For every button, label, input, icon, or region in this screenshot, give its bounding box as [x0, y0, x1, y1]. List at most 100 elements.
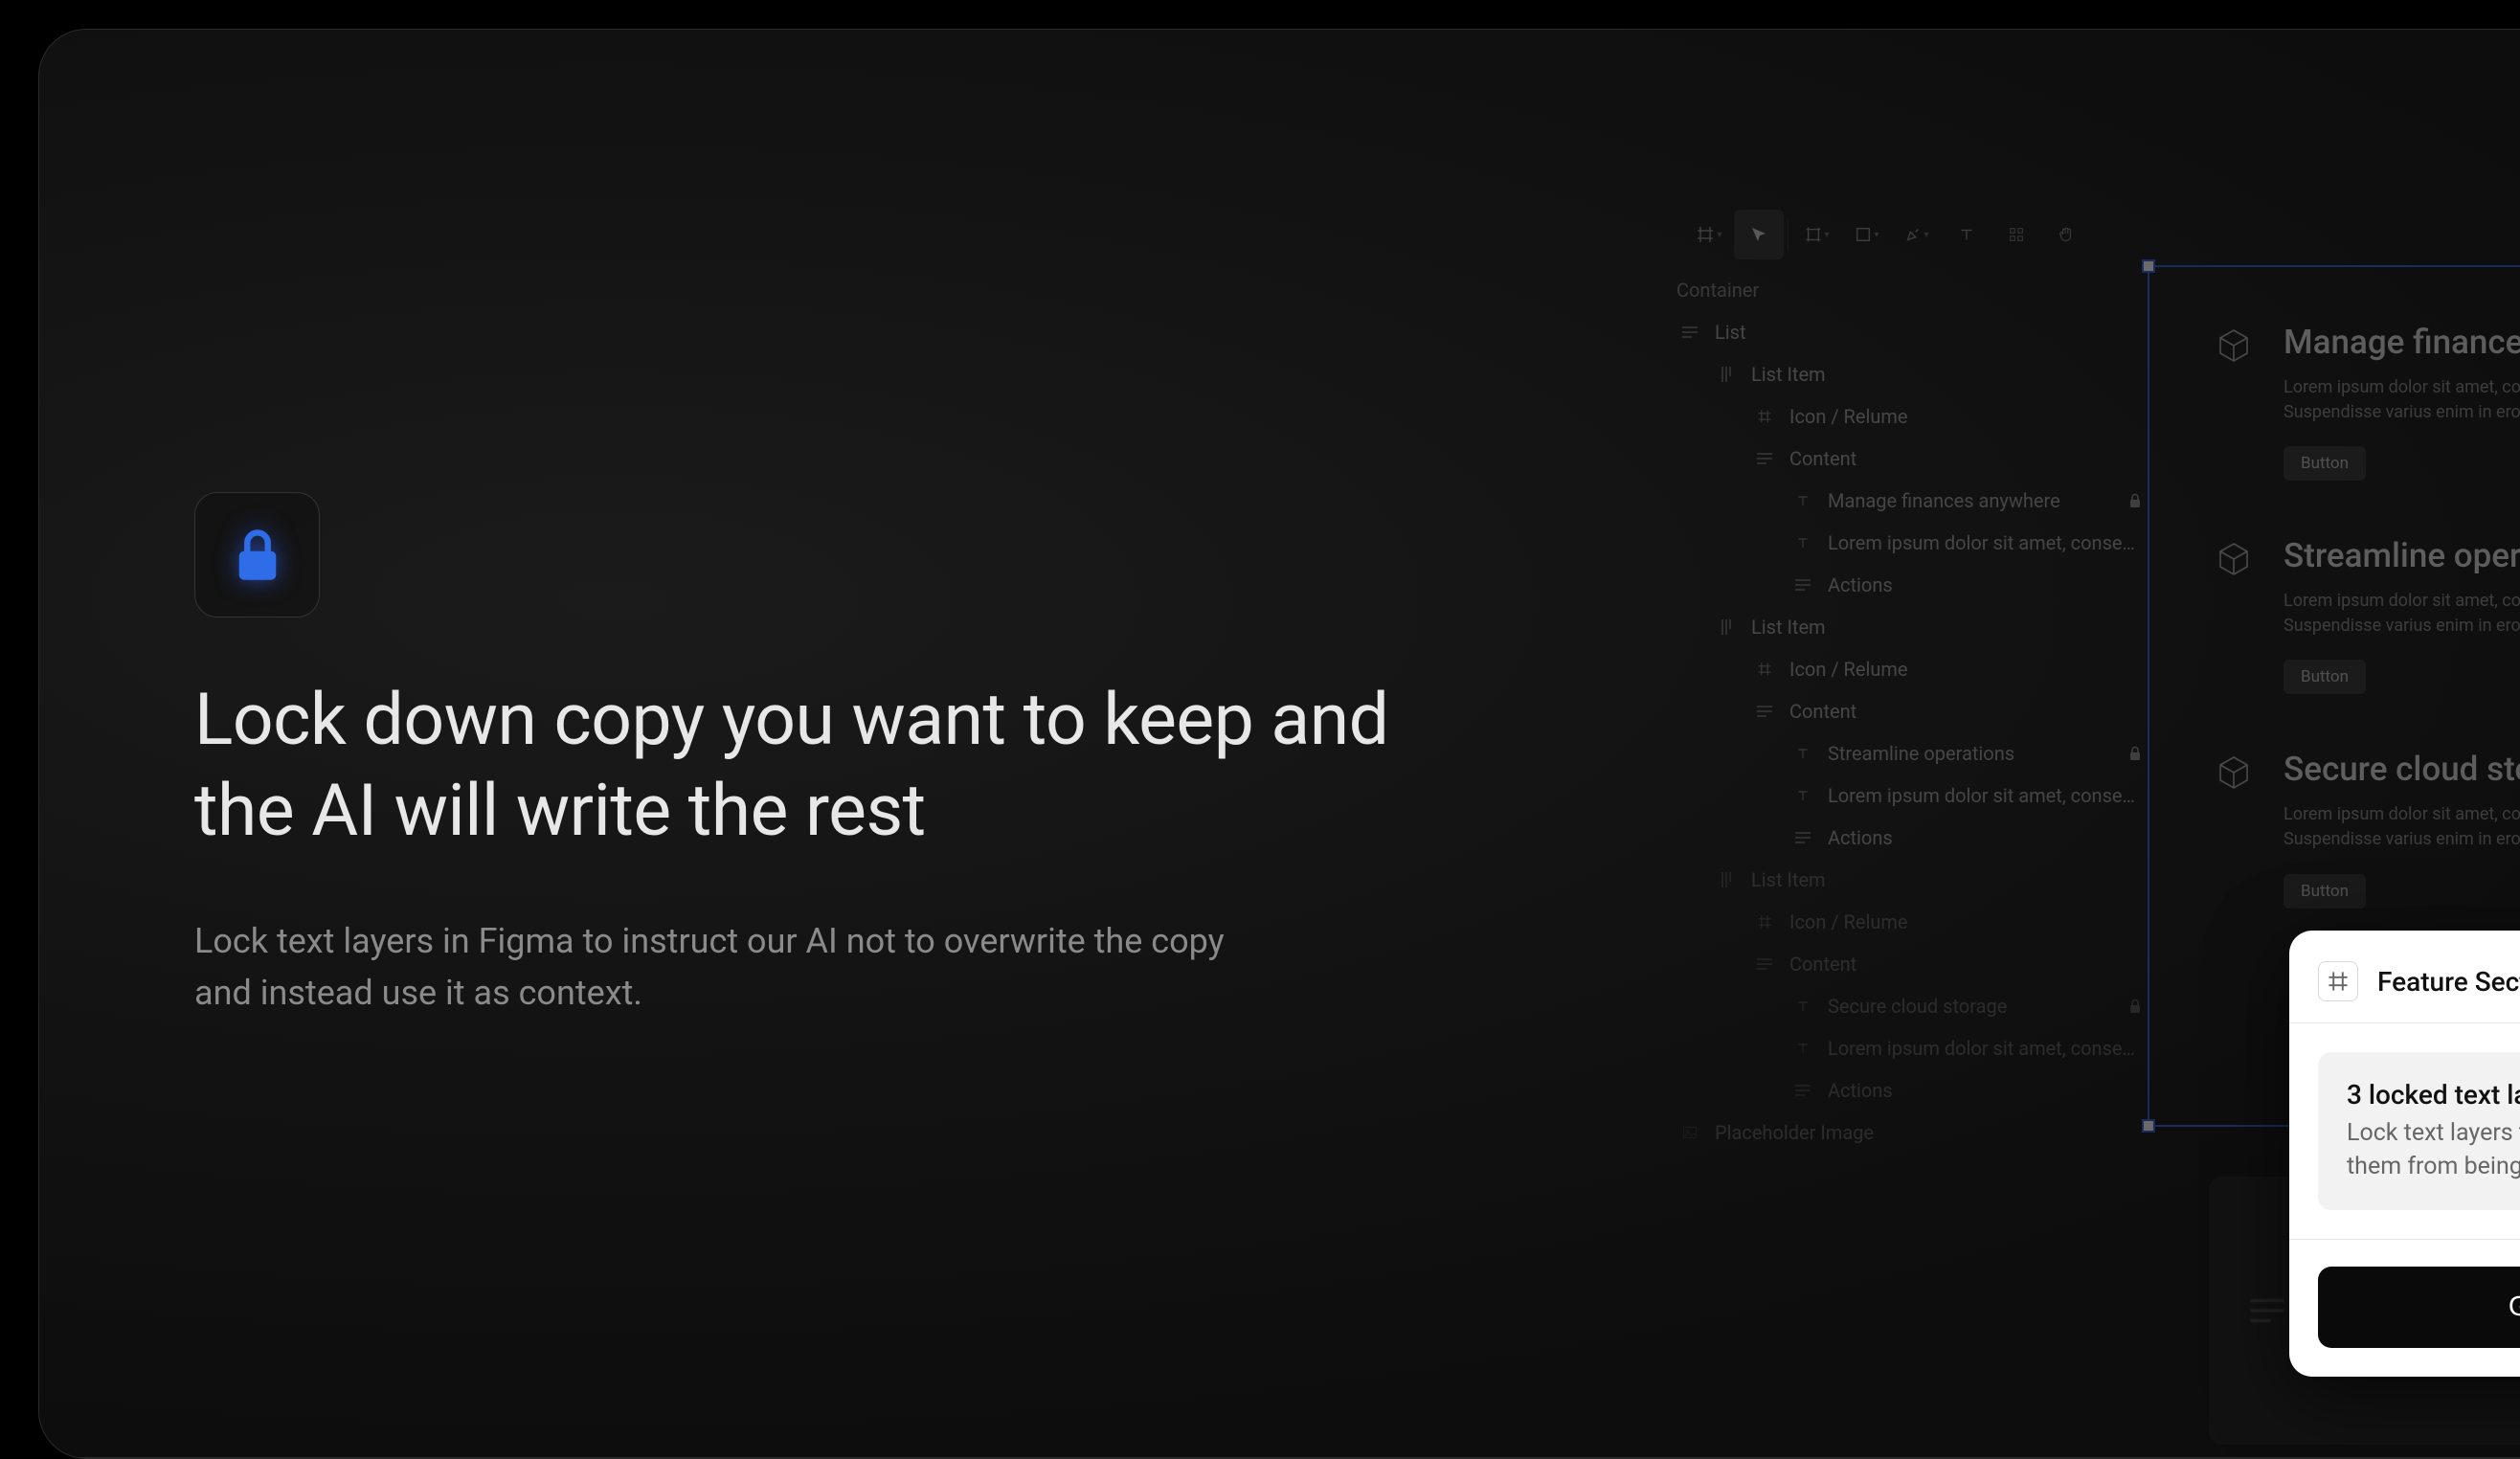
feature-title: Manage finances anywhere — [2284, 323, 2520, 362]
promo-card: Lock down copy you want to keep and the … — [38, 29, 2520, 1459]
layer-type-icon — [1713, 618, 1740, 636]
layer-label: Lorem ipsum dolor sit amet, conse… — [1828, 531, 2148, 554]
layer-row[interactable]: Actions — [1676, 1069, 2148, 1111]
layer-label: Actions — [1828, 826, 2148, 849]
layer-label: Manage finances anywhere — [1828, 489, 2121, 512]
layer-row[interactable]: Streamline operations — [1676, 732, 2148, 774]
layer-type-icon — [1789, 535, 1816, 550]
text-tool-icon[interactable] — [1942, 210, 1991, 259]
layer-label: List Item — [1751, 868, 2148, 891]
layer-row[interactable]: List Item — [1676, 859, 2148, 901]
container-label: Container — [1676, 271, 2148, 311]
figma-layers-panel: Container List List Item Icon / Relume Cont… — [1676, 265, 2148, 1154]
layer-type-icon — [1751, 409, 1778, 424]
layer-type-icon — [1751, 914, 1778, 930]
feature-item: Manage finances anywhere Lorem ipsum dolo… — [2215, 323, 2520, 481]
layer-row[interactable]: Icon / Relume — [1676, 648, 2148, 690]
feature-button[interactable]: Button — [2284, 874, 2366, 909]
layer-type-icon — [1751, 705, 1778, 718]
layer-type-icon — [1789, 493, 1816, 508]
layer-type-icon — [1751, 662, 1778, 677]
layer-row[interactable]: Lorem ipsum dolor sit amet, conse… — [1676, 522, 2148, 564]
layer-row[interactable]: List — [1676, 311, 2148, 353]
locked-count-title: 3 locked text layers — [2347, 1079, 2520, 1111]
layer-label: Content — [1789, 447, 2148, 470]
layer-row[interactable]: List Item — [1676, 353, 2148, 395]
feature-item: Streamline operations Lorem ipsum dolor s… — [2215, 536, 2520, 694]
feature-desc: Lorem ipsum dolor sit amet, consectetur … — [2284, 802, 2520, 852]
hero-headline: Lock down copy you want to keep and the … — [194, 675, 1458, 858]
layer-type-icon — [1751, 957, 1778, 971]
layer-row[interactable]: Actions — [1676, 564, 2148, 606]
frame-tool-icon[interactable]: ▾ — [1792, 210, 1842, 259]
layer-label: Lorem ipsum dolor sit amet, conse… — [1828, 784, 2148, 807]
lock-icon — [2128, 746, 2148, 761]
cube-icon — [2215, 753, 2253, 792]
layer-label: Icon / Relume — [1789, 405, 2148, 428]
layer-row[interactable]: Icon / Relume — [1676, 901, 2148, 943]
layer-row[interactable]: Content — [1676, 690, 2148, 732]
move-tool-icon[interactable] — [1734, 210, 1784, 259]
feature-title: Secure cloud storage — [2284, 750, 2520, 789]
resources-tool-icon[interactable] — [1991, 210, 2041, 259]
layer-row[interactable]: Lorem ipsum dolor sit amet, conse… — [1676, 1027, 2148, 1069]
layer-type-icon — [1676, 325, 1703, 339]
layer-label: Secure cloud storage — [1828, 995, 2121, 1018]
feature-desc: Lorem ipsum dolor sit amet, consectetur … — [2284, 375, 2520, 425]
feature-desc: Lorem ipsum dolor sit amet, consectetur … — [2284, 589, 2520, 639]
cube-icon — [2215, 326, 2253, 365]
locked-layers-box: 3 locked text layers Lock text layers to… — [2318, 1052, 2520, 1210]
layer-row[interactable]: Actions — [1676, 817, 2148, 859]
generate-copy-button[interactable]: Generate copy — [2318, 1267, 2520, 1348]
layer-type-icon — [1789, 999, 1816, 1014]
feature-item: Secure cloud storage Lorem ipsum dolor si… — [2215, 750, 2520, 908]
feature-button[interactable]: Button — [2284, 660, 2366, 694]
layer-type-icon — [1789, 831, 1816, 844]
figma-canvas: Manage finances anywhere Lorem ipsum dolo… — [2148, 265, 2520, 964]
layer-row[interactable]: Content — [1676, 943, 2148, 985]
locked-desc: Lock text layers to prevent them from be… — [2347, 1116, 2520, 1183]
feature-button[interactable]: Button — [2284, 446, 2366, 481]
layer-type-icon — [1789, 1041, 1816, 1056]
pen-tool-icon[interactable]: ▾ — [1892, 210, 1942, 259]
layer-label: Icon / Relume — [1789, 910, 2148, 933]
layer-label: Content — [1789, 700, 2148, 723]
layer-row[interactable]: Placeholder Image — [1676, 1111, 2148, 1154]
layer-type-icon — [1713, 871, 1740, 888]
lines-icon — [2247, 1295, 2287, 1326]
layer-type-icon — [1789, 578, 1816, 592]
layer-type-icon — [1789, 788, 1816, 803]
layer-row[interactable]: Content — [1676, 438, 2148, 480]
figma-toolbar: ▾ ▾ ▾ ▾ — [1676, 204, 2520, 265]
hero: Lock down copy you want to keep and the … — [194, 492, 1458, 1019]
layer-label: List Item — [1751, 363, 2148, 386]
lock-icon — [2128, 493, 2148, 508]
feature-title: Streamline operations — [2284, 536, 2520, 575]
layer-label: Actions — [1828, 1079, 2148, 1102]
layer-row[interactable]: List Item — [1676, 606, 2148, 648]
layer-type-icon — [1751, 452, 1778, 465]
layer-row[interactable]: Secure cloud storage — [1676, 985, 2148, 1027]
layer-row[interactable]: Manage finances anywhere — [1676, 480, 2148, 522]
lock-icon — [232, 527, 283, 584]
layer-label: Icon / Relume — [1789, 658, 2148, 681]
layer-label: Placeholder Image — [1715, 1121, 2148, 1144]
layer-label: Actions — [1828, 573, 2148, 596]
lock-badge — [194, 492, 320, 617]
hero-subcopy: Lock text layers in Figma to instruct ou… — [194, 915, 1267, 1019]
layer-type-icon — [1676, 1125, 1703, 1140]
layer-label: List — [1715, 321, 2148, 344]
popup-title: Feature Section — [2377, 966, 2520, 998]
layer-label: List Item — [1751, 616, 2148, 639]
layer-type-icon — [1713, 366, 1740, 383]
hash-tool-icon[interactable]: ▾ — [1684, 210, 1734, 259]
shape-tool-icon[interactable]: ▾ — [1842, 210, 1892, 259]
layer-row[interactable]: Icon / Relume — [1676, 395, 2148, 438]
layer-label: Content — [1789, 953, 2148, 976]
layer-row[interactable]: Lorem ipsum dolor sit amet, conse… — [1676, 774, 2148, 817]
generate-popup: Feature Section Est. usage: 200 words 3 … — [2289, 931, 2520, 1377]
layer-type-icon — [1789, 1084, 1816, 1097]
hand-tool-icon[interactable] — [2041, 210, 2091, 259]
layer-label: Lorem ipsum dolor sit amet, conse… — [1828, 1037, 2148, 1060]
layer-label: Streamline operations — [1828, 742, 2121, 765]
